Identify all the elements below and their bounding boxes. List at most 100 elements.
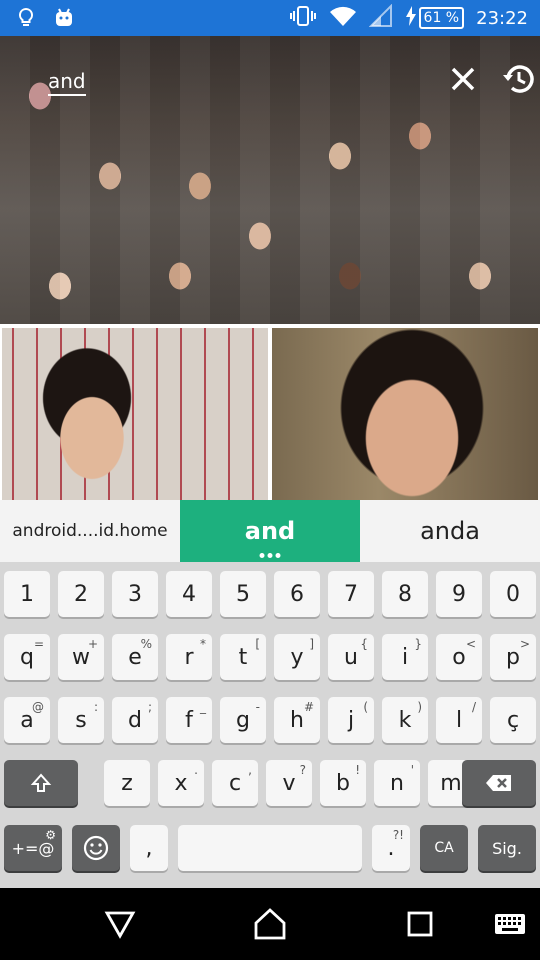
key-label: 9 [452,581,466,607]
key-hint: @ [32,700,44,714]
key-hint: / [471,700,476,714]
key-g[interactable]: g- [220,697,266,743]
back-icon[interactable] [102,906,138,942]
period-hint: ?! [392,828,404,842]
emoji-icon [83,835,109,861]
key-u[interactable]: u{ [328,634,374,680]
key-v[interactable]: v? [266,760,312,806]
comma-key[interactable]: , [130,825,168,871]
key-label: b [336,770,350,796]
result-photo-woman-right[interactable] [272,328,538,500]
suggestion-1[interactable]: android....id.home [0,500,180,562]
space-key[interactable] [178,825,362,871]
key-label: n [390,770,404,796]
key-5[interactable]: 5 [220,571,266,617]
key-o[interactable]: o < [436,634,482,680]
enter-key[interactable]: Sig. [478,825,536,871]
key-a[interactable]: a @ [4,697,50,743]
key-label: d [128,707,142,733]
key-hint: ; [147,700,152,714]
close-icon[interactable] [448,64,478,94]
key-b[interactable]: b! [320,760,366,806]
key-0[interactable]: 0 [490,571,536,617]
key-x[interactable]: x. [158,760,204,806]
suggestion-2-selected[interactable]: and [180,500,360,562]
settings-gear-icon: ⚙ [45,828,56,842]
key-w[interactable]: w + [58,634,104,680]
key-c[interactable]: c, [212,760,258,806]
key-y[interactable]: y] [274,634,320,680]
key-label: r [184,644,194,670]
key-label: j [347,707,355,733]
key-hint: < [465,637,476,651]
home-icon[interactable] [252,906,288,942]
key-j[interactable]: j( [328,697,374,743]
key-hint: > [519,637,530,651]
key-label: x [174,770,188,796]
key-hint: - [255,700,260,714]
key-f[interactable]: f _ [166,697,212,743]
key-1[interactable]: 1 [4,571,50,617]
recents-icon[interactable] [402,906,438,942]
key-n[interactable]: n ' [374,760,420,806]
key-hint: _ [200,700,206,714]
lightbulb-icon [14,6,38,34]
key-hint: ] [309,637,314,651]
key-8[interactable]: 8 [382,571,428,617]
key-p[interactable]: p > [490,634,536,680]
key-s[interactable]: s: [58,697,104,743]
key-r[interactable]: r * [166,634,212,680]
key-hint: ? [299,763,306,777]
suggestion-3[interactable]: anda [360,500,540,562]
result-photo-woman-left[interactable] [2,328,268,500]
key-hint: } [414,637,422,651]
key-z[interactable]: z [104,760,150,806]
period-key[interactable]: . ?! [372,825,410,871]
key-label: 7 [344,581,358,607]
key-label: u [344,644,358,670]
shift-key[interactable] [4,760,78,806]
key-6[interactable]: 6 [274,571,320,617]
key-d[interactable]: d; [112,697,158,743]
key-label: 4 [182,581,196,607]
keyboard-switch-icon[interactable] [492,906,528,942]
charging-icon [405,6,417,30]
key-3[interactable]: 3 [112,571,158,617]
key-i[interactable]: i} [382,634,428,680]
key-4[interactable]: 4 [166,571,212,617]
key-label: m [440,770,462,796]
battery-percent: 61 % [418,7,465,29]
key-hint: ' [410,763,414,777]
key-hint: # [303,700,314,714]
key-k[interactable]: k) [382,697,428,743]
history-icon[interactable] [500,60,538,98]
key-hint: % [140,637,152,651]
backspace-key[interactable] [462,760,536,806]
key-h[interactable]: h # [274,697,320,743]
wifi-icon [329,4,357,32]
key-label: 0 [506,581,520,607]
key-e[interactable]: e% [112,634,158,680]
navigation-bar [0,888,540,960]
search-query-text[interactable]: and [48,69,86,96]
key-7[interactable]: 7 [328,571,374,617]
key-t[interactable]: t[ [220,634,266,680]
key-l[interactable]: l / [436,697,482,743]
key-q[interactable]: q = [4,634,50,680]
language-key[interactable]: CA [420,825,468,871]
key-label: h [290,707,304,733]
android-icon [52,6,76,34]
emoji-key[interactable] [72,825,120,871]
key-label: g [236,707,250,733]
key-hint: { [360,637,368,651]
key-label: t [238,644,248,670]
vibrate-icon [289,4,317,32]
key-9[interactable]: 9 [436,571,482,617]
key-2[interactable]: 2 [58,571,104,617]
key-label: c [228,770,242,796]
key-ç[interactable]: ç [490,697,536,743]
key-hint: ( [363,700,368,714]
key-label: l [455,707,463,733]
symbols-key[interactable]: +=@ ⚙ [4,825,62,871]
key-label: v [282,770,296,796]
